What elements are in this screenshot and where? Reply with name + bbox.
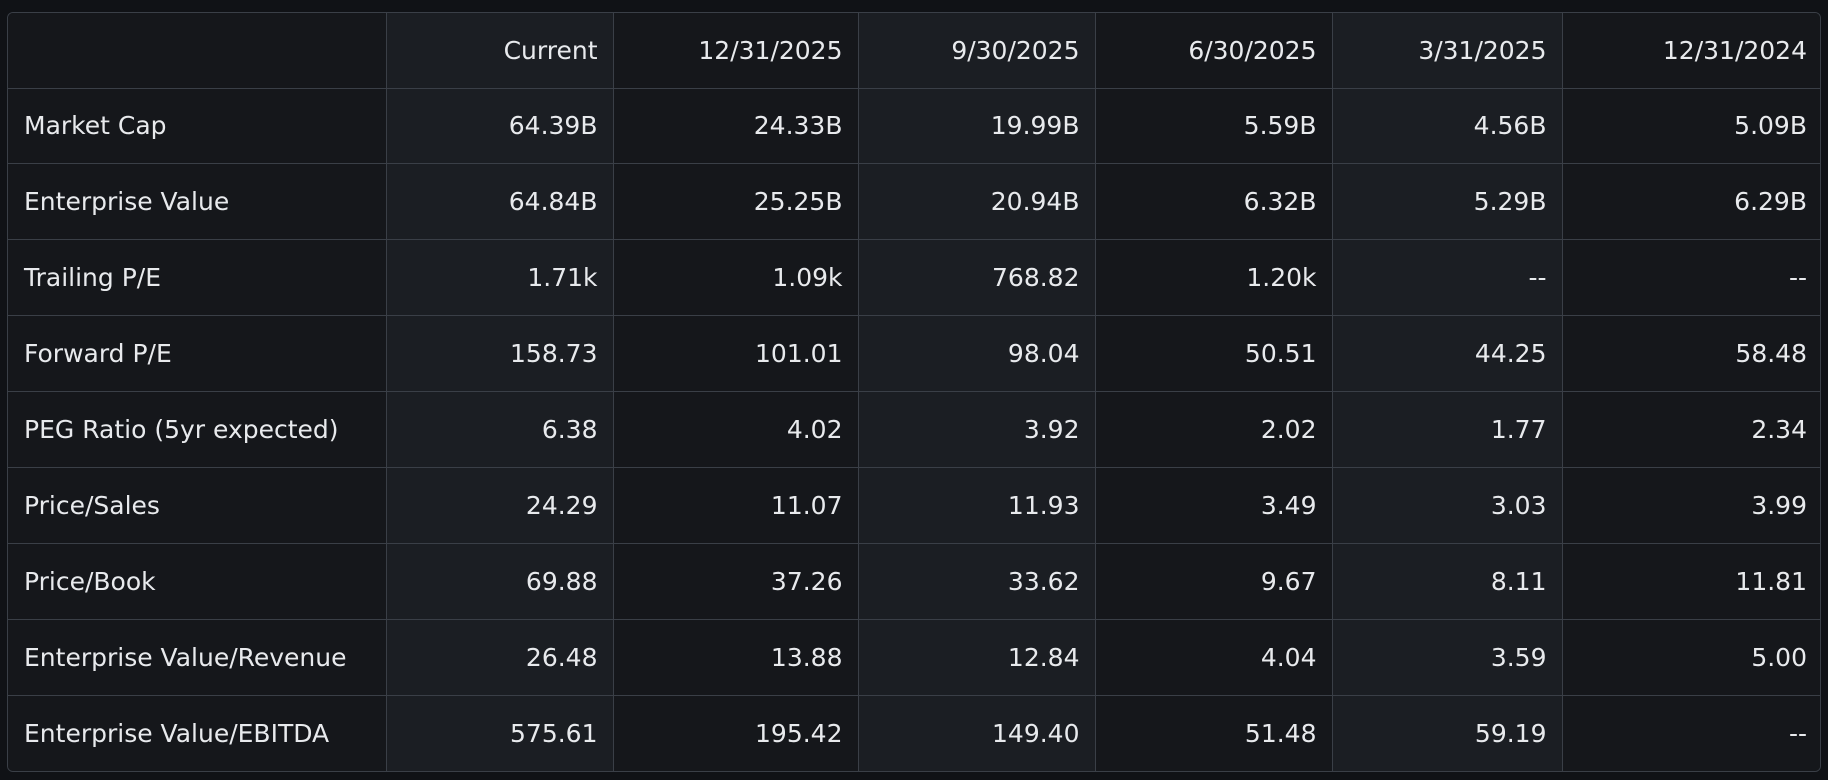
- column-header-2025-09-30: 9/30/2025: [857, 13, 1096, 89]
- table-cell: 11.07: [612, 466, 859, 544]
- table-cell: 5.09B: [1561, 88, 1820, 165]
- table-cell: 44.25: [1331, 315, 1563, 392]
- table-cell: 1.09k: [612, 239, 859, 317]
- row-label: PEG Ratio (5yr expected): [8, 391, 387, 468]
- table-cell: 101.01: [612, 315, 859, 392]
- table-cell: 3.49: [1094, 466, 1333, 544]
- table-cell: 5.00: [1561, 618, 1820, 696]
- table-cell: 98.04: [857, 315, 1096, 392]
- table-cell: 64.84B: [385, 163, 614, 241]
- table-cell: 33.62: [857, 542, 1096, 620]
- row-label: Forward P/E: [8, 315, 387, 392]
- valuation-table-container: Current 12/31/2025 9/30/2025 6/30/2025 3…: [7, 12, 1821, 772]
- table-row: Enterprise Value/Revenue 26.48 13.88 12.84 4…: [8, 618, 1820, 696]
- table-row: Market Cap 64.39B 24.33B 19.99B 5.59B 4.56B 5.…: [8, 88, 1820, 165]
- row-label: Price/Book: [8, 542, 387, 620]
- table-cell: 19.99B: [857, 88, 1096, 165]
- row-label: Enterprise Value: [8, 163, 387, 241]
- column-header-2025-03-31: 3/31/2025: [1331, 13, 1563, 89]
- valuation-table: Current 12/31/2025 9/30/2025 6/30/2025 3…: [8, 13, 1820, 771]
- table-cell: --: [1561, 694, 1820, 771]
- table-cell: 1.71k: [385, 239, 614, 317]
- table-cell: 24.33B: [612, 88, 859, 165]
- row-label: Price/Sales: [8, 466, 387, 544]
- valuation-measures-panel: Current 12/31/2025 9/30/2025 6/30/2025 3…: [0, 0, 1828, 780]
- table-row: Trailing P/E 1.71k 1.09k 768.82 1.20k -- --: [8, 239, 1820, 317]
- table-cell: 149.40: [857, 694, 1096, 771]
- table-cell: 6.32B: [1094, 163, 1333, 241]
- table-row: Enterprise Value 64.84B 25.25B 20.94B 6.32B 5…: [8, 163, 1820, 241]
- table-cell: 12.84: [857, 618, 1096, 696]
- row-label: Enterprise Value/Revenue: [8, 618, 387, 696]
- table-cell: 2.34: [1561, 391, 1820, 468]
- table-cell: 5.59B: [1094, 88, 1333, 165]
- table-cell: 6.38: [385, 391, 614, 468]
- table-cell: 3.59: [1331, 618, 1563, 696]
- column-header-2024-12-31: 12/31/2024: [1561, 13, 1820, 89]
- column-header-2025-12-31: 12/31/2025: [612, 13, 859, 89]
- table-cell: 575.61: [385, 694, 614, 771]
- table-cell: 4.02: [612, 391, 859, 468]
- table-cell: 20.94B: [857, 163, 1096, 241]
- table-header-row: Current 12/31/2025 9/30/2025 6/30/2025 3…: [8, 13, 1820, 89]
- table-cell: 59.19: [1331, 694, 1563, 771]
- table-cell: 69.88: [385, 542, 614, 620]
- column-header-2025-06-30: 6/30/2025: [1094, 13, 1333, 89]
- table-cell: 50.51: [1094, 315, 1333, 392]
- table-cell: 158.73: [385, 315, 614, 392]
- table-cell: 195.42: [612, 694, 859, 771]
- table-cell: 51.48: [1094, 694, 1333, 771]
- table-cell: 11.93: [857, 466, 1096, 544]
- row-label: Enterprise Value/EBITDA: [8, 694, 387, 771]
- row-label: Market Cap: [8, 88, 387, 165]
- column-header-blank: [8, 13, 387, 89]
- table-cell: --: [1561, 239, 1820, 317]
- table-cell: 4.04: [1094, 618, 1333, 696]
- table-cell: 37.26: [612, 542, 859, 620]
- table-cell: 768.82: [857, 239, 1096, 317]
- table-cell: 1.77: [1331, 391, 1563, 468]
- table-row: Price/Book 69.88 37.26 33.62 9.67 8.11 11.81: [8, 542, 1820, 620]
- table-row: Price/Sales 24.29 11.07 11.93 3.49 3.03 3.99: [8, 466, 1820, 544]
- table-cell: 5.29B: [1331, 163, 1563, 241]
- table-row: PEG Ratio (5yr expected) 6.38 4.02 3.92 2.02…: [8, 391, 1820, 468]
- table-cell: 11.81: [1561, 542, 1820, 620]
- table-row: Forward P/E 158.73 101.01 98.04 50.51 44.25 58…: [8, 315, 1820, 392]
- table-cell: 13.88: [612, 618, 859, 696]
- table-cell: 3.92: [857, 391, 1096, 468]
- column-header-current: Current: [385, 13, 614, 89]
- table-cell: 2.02: [1094, 391, 1333, 468]
- table-cell: 25.25B: [612, 163, 859, 241]
- table-cell: 64.39B: [385, 88, 614, 165]
- row-label: Trailing P/E: [8, 239, 387, 317]
- table-cell: 3.03: [1331, 466, 1563, 544]
- table-cell: 24.29: [385, 466, 614, 544]
- table-cell: 9.67: [1094, 542, 1333, 620]
- table-cell: 58.48: [1561, 315, 1820, 392]
- table-cell: 4.56B: [1331, 88, 1563, 165]
- table-body: Market Cap 64.39B 24.33B 19.99B 5.59B 4.56B 5.…: [8, 88, 1820, 771]
- table-cell: 3.99: [1561, 466, 1820, 544]
- table-cell: --: [1331, 239, 1563, 317]
- table-cell: 6.29B: [1561, 163, 1820, 241]
- table-cell: 8.11: [1331, 542, 1563, 620]
- table-row: Enterprise Value/EBITDA 575.61 195.42 149.4…: [8, 694, 1820, 771]
- table-cell: 26.48: [385, 618, 614, 696]
- table-cell: 1.20k: [1094, 239, 1333, 317]
